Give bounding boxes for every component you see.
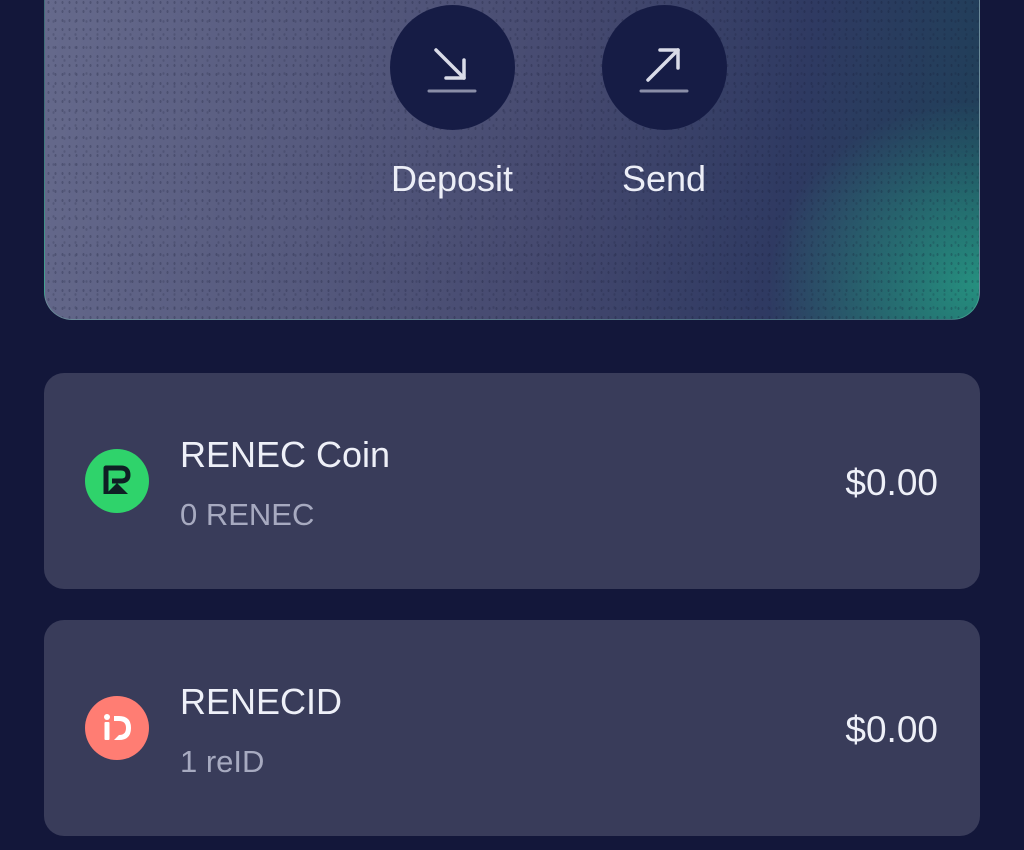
token-row-renec[interactable]: RENEC Coin 0 RENEC $0.00 [44,373,980,589]
token-value: $0.00 [845,462,938,503]
renecid-logo-icon [85,696,149,760]
token-row-renecid[interactable]: RENECID 1 reID $0.00 [44,620,980,836]
token-name: RENEC Coin [180,434,391,475]
token-amount: 0 RENEC [180,497,315,532]
token-amount: 1 reID [180,744,265,779]
deposit-action[interactable]: Deposit [372,5,532,200]
deposit-label: Deposit [390,158,514,199]
token-name: RENECID [180,681,343,722]
send-label: Send [621,158,707,199]
renec-logo-icon [85,449,149,513]
wallet-balance-card: Deposit Send [44,0,980,320]
token-value: $0.00 [845,709,938,750]
arrow-down-right-icon [427,47,477,92]
send-button[interactable] [601,5,727,130]
arrow-up-right-icon [639,47,689,92]
send-action[interactable]: Send [584,5,744,200]
deposit-button[interactable] [389,5,515,130]
